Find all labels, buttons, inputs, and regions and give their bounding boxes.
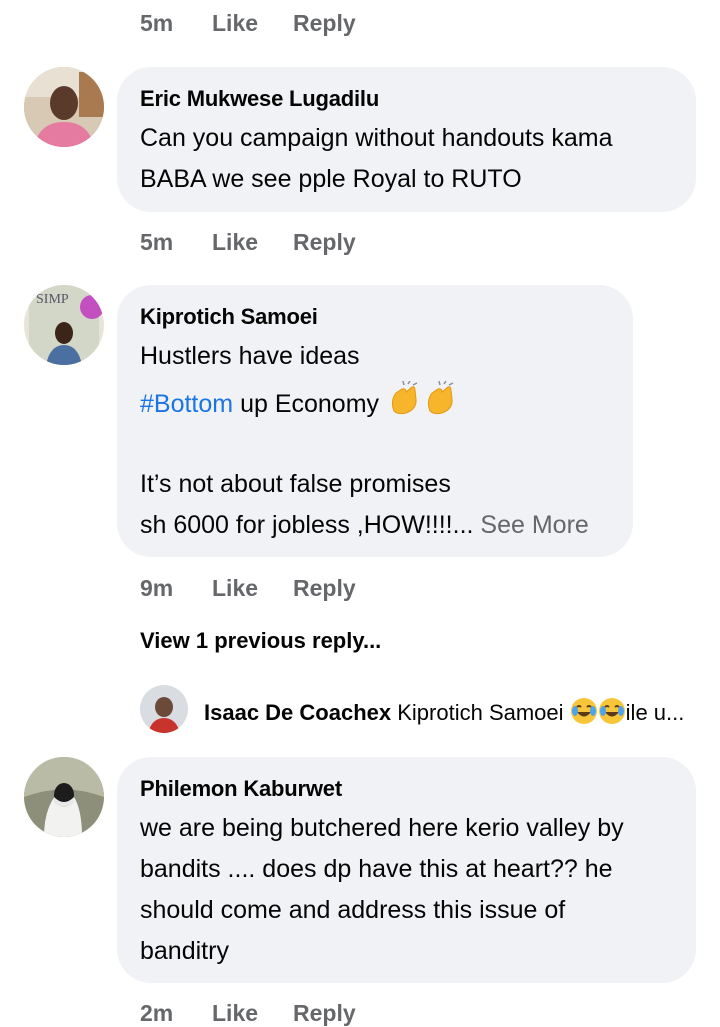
svg-text:SIMP: SIMP xyxy=(36,292,69,307)
comment-text-line: banditry xyxy=(140,937,229,965)
avatar[interactable] xyxy=(24,757,104,837)
avatar[interactable] xyxy=(24,67,104,147)
clapping-hands-icon xyxy=(422,380,458,430)
comment-time: 9m xyxy=(140,575,174,601)
comment-text-fragment: sh 6000 for jobless ,HOW!!!!... xyxy=(140,511,474,539)
comment-time: 5m xyxy=(140,229,174,255)
avatar[interactable] xyxy=(140,685,188,733)
tears-of-joy-icon xyxy=(598,697,626,731)
comment-text-fragment: up Economy xyxy=(240,390,380,419)
tears-of-joy-icon xyxy=(570,697,598,731)
comment-text-line: #Bottom up Economy xyxy=(140,380,458,430)
comment-author[interactable]: Philemon Kaburwet xyxy=(140,776,342,802)
comment-text-line: bandits .... does dp have this at heart?… xyxy=(140,855,613,883)
comment-text-line: It’s not about false promises xyxy=(140,470,451,498)
comment-text-line: should come and address this issue of xyxy=(140,896,566,924)
view-previous-replies-link[interactable]: View 1 previous reply... xyxy=(140,628,381,654)
reply-preview-text: ile u... xyxy=(625,699,685,725)
reply-preview[interactable]: Isaac De Coachex Kiprotich Samoei ile u.… xyxy=(204,697,684,731)
comment-time: 2m xyxy=(140,1000,174,1026)
reply-button[interactable]: Reply xyxy=(293,1000,356,1027)
see-more-link[interactable]: See More xyxy=(480,511,588,539)
comment-author[interactable]: Kiprotich Samoei xyxy=(140,304,318,330)
like-button[interactable]: Like xyxy=(212,1000,258,1027)
reply-button[interactable]: Reply xyxy=(293,10,356,37)
comment-text-line: sh 6000 for jobless ,HOW!!!!... See More xyxy=(140,505,589,546)
like-button[interactable]: Like xyxy=(212,575,258,602)
reply-button[interactable]: Reply xyxy=(293,229,356,256)
comment-text-line: we are being butchered here kerio valley… xyxy=(140,814,624,842)
reply-button[interactable]: Reply xyxy=(293,575,356,602)
comment-time: 5m xyxy=(140,10,174,36)
avatar[interactable]: SIMP xyxy=(24,285,104,365)
comment-text-line: Can you campaign without handouts kama xyxy=(140,124,613,152)
comment-text-line: BABA we see pple Royal to RUTO xyxy=(140,165,522,193)
hashtag-link[interactable]: #Bottom xyxy=(140,390,233,418)
comment-author[interactable]: Eric Mukwese Lugadilu xyxy=(140,86,379,112)
reply-mention[interactable]: Kiprotich Samoei xyxy=(397,700,563,725)
like-button[interactable]: Like xyxy=(212,10,258,37)
clapping-hands-icon xyxy=(386,380,422,430)
reply-author[interactable]: Isaac De Coachex xyxy=(204,700,391,725)
like-button[interactable]: Like xyxy=(212,229,258,256)
comment-text-line: Hustlers have ideas xyxy=(140,342,360,370)
